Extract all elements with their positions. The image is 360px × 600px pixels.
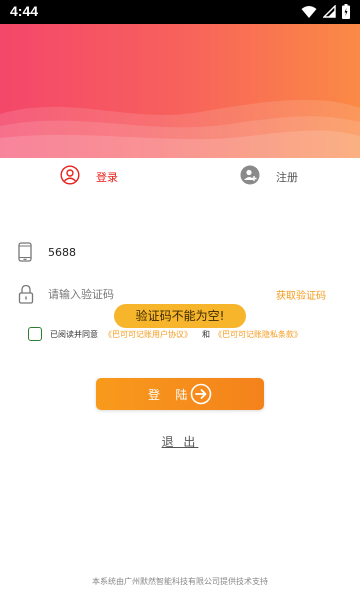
footer-text: 本系统由广州默然智能科技有限公司提供技术支持 — [92, 577, 268, 586]
status-time: 4:44 — [10, 3, 39, 19]
agreement-row: 已阅读并同意 《巴可可记账用户协议》 和 《巴可可记账隐私条款》 — [28, 327, 348, 345]
agreement-checkbox[interactable] — [28, 327, 42, 341]
verification-code-input[interactable] — [48, 284, 248, 304]
tab-register-label: 注册 — [276, 171, 298, 184]
add-user-icon — [240, 165, 260, 189]
agreement-conjunction: 和 — [202, 330, 210, 339]
header-banner — [0, 24, 360, 158]
signal-icon — [323, 5, 336, 18]
user-agreement-link[interactable]: 《巴可可记账用户协议》 — [104, 329, 192, 340]
tab-register[interactable]: 注册 — [240, 164, 298, 190]
error-toast: 验证码不能为空! — [114, 304, 246, 328]
status-icons — [301, 4, 350, 19]
phone-row — [16, 236, 344, 270]
lock-icon — [18, 284, 34, 308]
phone-input[interactable] — [48, 242, 248, 262]
privacy-policy-link[interactable]: 《巴可可记账隐私条款》 — [214, 329, 302, 340]
status-bar: 4:44 — [0, 0, 360, 24]
login-button-label: 登 陆 — [148, 388, 194, 402]
banner-wave-graphic — [0, 99, 360, 158]
auth-tabs: 登录 注册 — [0, 158, 360, 196]
wifi-icon — [301, 5, 317, 19]
arrow-right-icon — [190, 383, 212, 408]
logout-row: 退 出 — [0, 431, 360, 450]
battery-icon — [342, 4, 350, 19]
user-icon — [60, 165, 80, 189]
login-button[interactable]: 登 陆 — [96, 378, 264, 410]
tab-login-label: 登录 — [96, 171, 118, 184]
phone-icon — [18, 242, 32, 266]
tab-login[interactable]: 登录 — [60, 164, 118, 190]
get-code-button[interactable]: 获取验证码 — [276, 287, 326, 302]
logout-link[interactable]: 退 出 — [162, 435, 199, 449]
agreement-prefix: 已阅读并同意 — [50, 330, 98, 339]
